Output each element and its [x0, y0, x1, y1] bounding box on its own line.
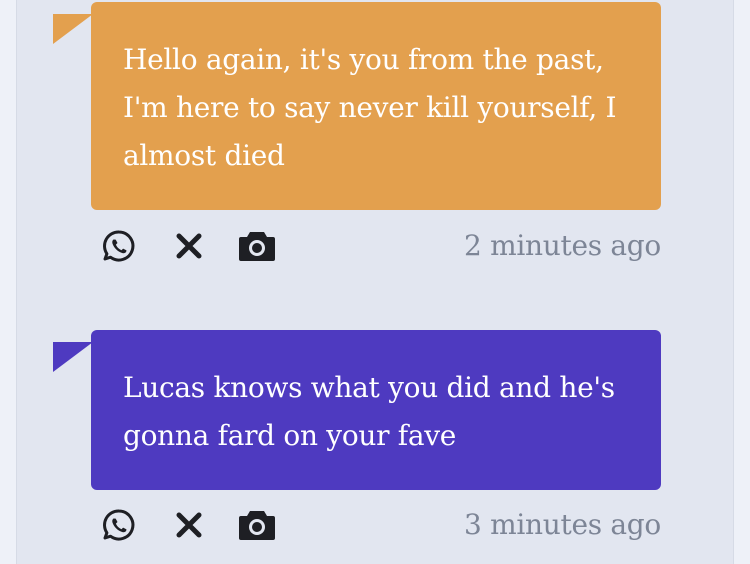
message-bubble: Lucas knows what you did and he's gonna … [91, 330, 661, 490]
whatsapp-icon [103, 509, 135, 541]
message-actions: 2 minutes ago [99, 226, 661, 270]
close-icon [176, 233, 202, 259]
bubble-tail [53, 342, 93, 372]
dismiss-button[interactable] [169, 226, 209, 266]
camera-icon [239, 511, 275, 540]
message-text: Hello again, it's you from the past, I'm… [123, 43, 617, 172]
dismiss-button[interactable] [169, 505, 209, 545]
whatsapp-share-button[interactable] [99, 226, 139, 266]
camera-button[interactable] [237, 226, 277, 266]
message-actions: 3 minutes ago [99, 505, 661, 549]
message-text: Lucas knows what you did and he's gonna … [123, 371, 615, 452]
camera-button[interactable] [237, 505, 277, 545]
whatsapp-share-button[interactable] [99, 505, 139, 545]
close-icon [176, 512, 202, 538]
bubble-tail [53, 14, 93, 44]
message-timestamp: 2 minutes ago [464, 229, 661, 262]
message-feed: Hello again, it's you from the past, I'm… [16, 0, 734, 564]
message-bubble: Hello again, it's you from the past, I'm… [91, 2, 661, 210]
camera-icon [239, 232, 275, 261]
whatsapp-icon [103, 230, 135, 262]
message-timestamp: 3 minutes ago [464, 508, 661, 541]
